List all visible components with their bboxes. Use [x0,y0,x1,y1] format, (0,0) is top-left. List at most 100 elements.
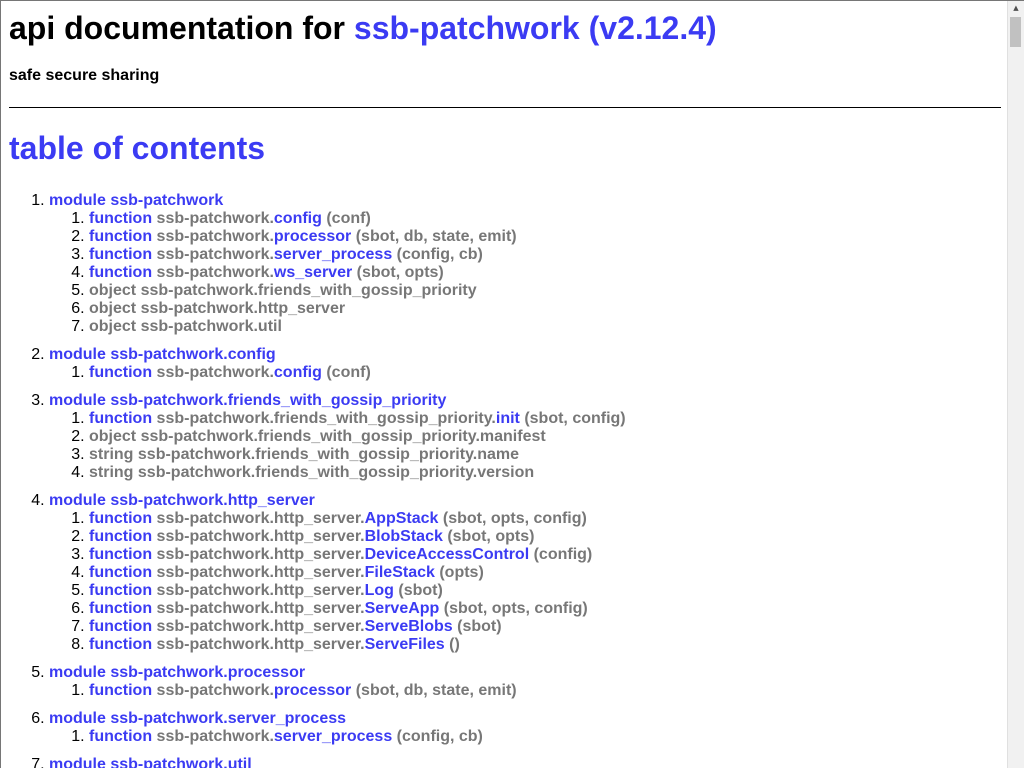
module-link[interactable]: module ssb-patchwork.util [49,756,252,768]
function-name-link[interactable]: config [274,210,322,227]
member-namespace: ssb-patchwork.http_server. [156,564,365,581]
function-keyword-link[interactable]: function [89,682,152,699]
function-keyword-link[interactable]: function [89,228,152,245]
member-item: function ssb-patchwork.ws_server (sbot, … [89,264,1001,282]
member-namespace: ssb-patchwork.http_server. [156,510,365,527]
function-name-link[interactable]: DeviceAccessControl [365,546,530,563]
module-link[interactable]: module ssb-patchwork.http_server [49,492,315,509]
function-keyword-link[interactable]: function [89,410,152,427]
function-name-link[interactable]: server_process [274,728,392,745]
function-keyword-link[interactable]: function [89,636,152,653]
function-signature: (conf) [321,210,371,227]
function-name-link[interactable]: FileStack [365,564,435,581]
module-link[interactable]: module ssb-patchwork.config [49,346,276,363]
member-text: object ssb-patchwork.friends_with_gossip… [89,428,546,445]
function-signature: (config, cb) [392,728,483,745]
module-link[interactable]: module ssb-patchwork.processor [49,664,305,681]
function-name-link[interactable]: processor [274,228,351,245]
member-item: function ssb-patchwork.http_server.Devic… [89,546,1001,564]
member-item: function ssb-patchwork.config (conf) [89,210,1001,228]
function-name-link[interactable]: BlobStack [365,528,443,545]
package-tagline: safe secure sharing [9,67,160,84]
member-namespace: ssb-patchwork.http_server. [156,546,365,563]
function-name-link[interactable]: processor [274,682,351,699]
function-signature: (sbot) [393,582,443,599]
module-link[interactable]: module ssb-patchwork.server_process [49,710,346,727]
member-item: object ssb-patchwork.friends_with_gossip… [89,428,1001,446]
module-item: module ssb-patchwork.configfunction ssb-… [49,346,1001,382]
function-keyword-link[interactable]: function [89,528,152,545]
member-text: string ssb-patchwork.friends_with_gossip… [89,446,520,463]
function-name-link[interactable]: ServeApp [365,600,440,617]
module-link[interactable]: module ssb-patchwork.friends_with_gossip… [49,392,446,409]
member-item: function ssb-patchwork.config (conf) [89,364,1001,382]
function-keyword-link[interactable]: function [89,364,152,381]
member-list: function ssb-patchwork.friends_with_goss… [49,410,1001,482]
function-signature: (sbot, config) [519,410,626,427]
function-name-link[interactable]: server_process [274,246,392,263]
member-item: string ssb-patchwork.friends_with_gossip… [89,464,1001,482]
function-keyword-link[interactable]: function [89,246,152,263]
member-item: function ssb-patchwork.http_server.BlobS… [89,528,1001,546]
function-signature: (sbot) [452,618,502,635]
function-signature: (sbot, opts, config) [439,600,588,617]
member-item: function ssb-patchwork.server_process (c… [89,246,1001,264]
function-signature: () [444,636,460,653]
module-item: module ssb-patchworkfunction ssb-patchwo… [49,192,1001,336]
function-signature: (conf) [321,364,371,381]
function-signature: (sbot, opts) [442,528,535,545]
function-keyword-link[interactable]: function [89,564,152,581]
function-signature: (sbot, db, state, emit) [351,228,517,245]
toc-heading[interactable]: table of contents [9,130,1001,167]
member-item: function ssb-patchwork.processor (sbot, … [89,228,1001,246]
member-namespace: ssb-patchwork.http_server. [156,600,365,617]
member-text: object ssb-patchwork.http_server [89,300,346,317]
function-name-link[interactable]: ws_server [274,264,352,281]
member-text: string ssb-patchwork.friends_with_gossip… [89,464,535,481]
member-item: object ssb-patchwork.util [89,318,1001,336]
function-keyword-link[interactable]: function [89,510,152,527]
doc-page: api documentation for ssb-patchwork (v2.… [9,1,1001,768]
package-name-link[interactable]: ssb-patchwork (v2.12.4) [354,10,717,46]
function-name-link[interactable]: config [274,364,322,381]
function-keyword-link[interactable]: function [89,210,152,227]
module-link[interactable]: module ssb-patchwork [49,192,223,209]
member-text: object ssb-patchwork.util [89,318,282,335]
member-item: function ssb-patchwork.http_server.AppSt… [89,510,1001,528]
function-name-link[interactable]: AppStack [365,510,439,527]
member-item: function ssb-patchwork.http_server.Log (… [89,582,1001,600]
member-namespace: ssb-patchwork.http_server. [156,528,365,545]
function-keyword-link[interactable]: function [89,728,152,745]
function-name-link[interactable]: Log [365,582,394,599]
member-item: object ssb-patchwork.http_server [89,300,1001,318]
member-list: function ssb-patchwork.server_process (c… [49,728,1001,746]
member-namespace: ssb-patchwork.http_server. [156,618,365,635]
function-signature: (config) [529,546,593,563]
function-signature: (sbot, opts) [352,264,444,281]
member-list: function ssb-patchwork.http_server.AppSt… [49,510,1001,654]
member-namespace: ssb-patchwork. [156,728,274,745]
member-item: function ssb-patchwork.friends_with_goss… [89,410,1001,428]
member-list: function ssb-patchwork.processor (sbot, … [49,682,1001,700]
member-namespace: ssb-patchwork. [156,210,274,227]
function-keyword-link[interactable]: function [89,600,152,617]
member-namespace: ssb-patchwork.friends_with_gossip_priori… [156,410,496,427]
scrollbar-thumb[interactable] [1010,17,1021,47]
function-name-link[interactable]: ServeBlobs [365,618,453,635]
function-keyword-link[interactable]: function [89,264,152,281]
function-signature: (config, cb) [392,246,483,263]
member-namespace: ssb-patchwork. [156,682,274,699]
module-item: module ssb-patchwork.server_processfunct… [49,710,1001,746]
function-keyword-link[interactable]: function [89,618,152,635]
member-namespace: ssb-patchwork. [156,228,274,245]
function-name-link[interactable]: ServeFiles [365,636,445,653]
vertical-scrollbar[interactable]: ▲ [1007,1,1024,768]
member-namespace: ssb-patchwork. [156,364,274,381]
member-namespace: ssb-patchwork.http_server. [156,582,365,599]
function-name-link[interactable]: init [496,410,520,427]
member-item: function ssb-patchwork.http_server.Serve… [89,600,1001,618]
member-item: function ssb-patchwork.http_server.FileS… [89,564,1001,582]
scroll-up-arrow-icon[interactable]: ▲ [1008,1,1024,16]
function-keyword-link[interactable]: function [89,582,152,599]
function-keyword-link[interactable]: function [89,546,152,563]
